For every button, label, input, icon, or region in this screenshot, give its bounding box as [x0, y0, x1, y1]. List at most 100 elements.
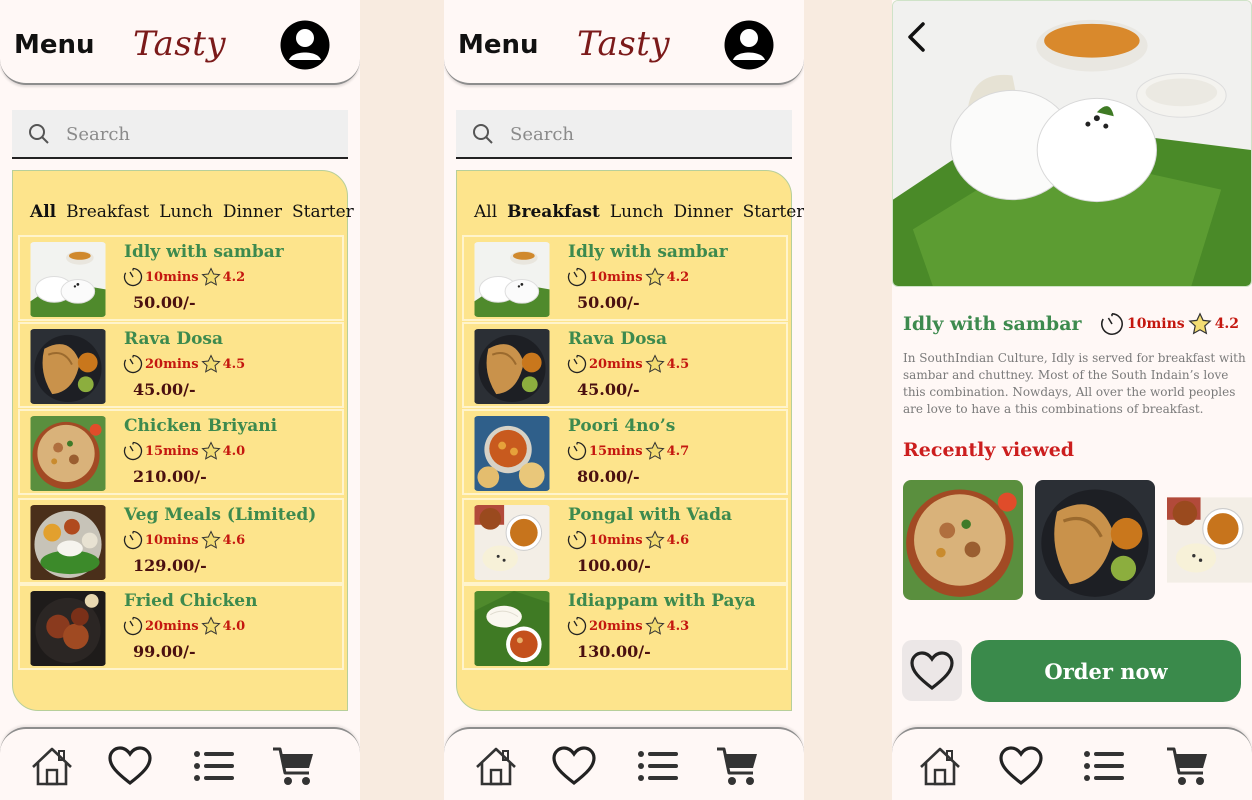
food-detail-screen: Idly with sambar 10mins 4.2 In SouthIndi…: [892, 0, 1252, 800]
cart-icon[interactable]: [715, 745, 761, 787]
clock-icon: [1100, 312, 1124, 336]
food-name: Veg Meals (Limited): [124, 505, 317, 525]
menu-button[interactable]: Menu: [14, 30, 95, 60]
home-icon[interactable]: [473, 745, 519, 787]
prep-time: 15mins: [589, 443, 643, 459]
tab-breakfast[interactable]: Breakfast: [66, 202, 149, 222]
food-item[interactable]: Idiappam with Paya 20mins 4.3 130.00/-: [462, 584, 788, 670]
food-meta: 10mins 4.2: [567, 267, 689, 287]
food-meta: 10mins 4.6: [123, 530, 245, 550]
food-item[interactable]: Idly with sambar 10mins 4.2 50.00/-: [462, 235, 788, 321]
category-tabs: All Breakfast Lunch Dinner Starter: [30, 202, 354, 222]
tab-breakfast[interactable]: Breakfast: [507, 202, 600, 222]
star-icon: [201, 616, 221, 636]
star-icon: [645, 441, 665, 461]
food-meta: 20mins 4.3: [567, 616, 689, 636]
star-icon: [201, 267, 221, 287]
food-item[interactable]: Veg Meals (Limited) 10mins 4.6 129.00/-: [18, 498, 344, 584]
home-icon[interactable]: [29, 745, 75, 787]
search-bar[interactable]: [456, 110, 792, 159]
food-price: 50.00/-: [133, 293, 196, 312]
food-name: Pongal with Vada: [568, 505, 733, 525]
search-input[interactable]: [66, 120, 336, 148]
cart-icon[interactable]: [271, 745, 317, 787]
heart-icon[interactable]: [998, 745, 1044, 787]
menu-screen-all: Menu Tasty All Breakfast Lunch Dinner St…: [0, 0, 360, 800]
heart-icon[interactable]: [551, 745, 597, 787]
star-icon: [645, 616, 665, 636]
home-icon[interactable]: [917, 745, 963, 787]
back-arrow-icon[interactable]: [904, 20, 930, 54]
avatar-icon[interactable]: [279, 19, 331, 71]
bottom-nav: [0, 727, 360, 800]
food-list-panel: All Breakfast Lunch Dinner Starter Idly …: [12, 170, 354, 711]
food-thumbnail: [474, 329, 550, 404]
food-price: 130.00/-: [577, 642, 651, 661]
food-price: 45.00/-: [133, 380, 196, 399]
food-thumbnail: [474, 242, 550, 317]
prep-time: 15mins: [145, 443, 199, 459]
rating: 4.5: [222, 356, 246, 372]
tab-lunch[interactable]: Lunch: [159, 202, 213, 222]
cart-icon[interactable]: [1165, 745, 1211, 787]
food-thumbnail: [30, 242, 106, 317]
rating: 4.3: [666, 618, 690, 634]
tab-starter[interactable]: Starter: [743, 202, 804, 222]
food-thumbnail: [474, 416, 550, 491]
food-item[interactable]: Chicken Briyani 15mins 4.0 210.00/-: [18, 409, 344, 495]
list-icon[interactable]: [635, 745, 681, 787]
prep-time: 20mins: [145, 618, 199, 634]
clock-icon: [567, 354, 587, 374]
prep-time: 10mins: [145, 269, 199, 285]
rating: 4.2: [1214, 316, 1240, 332]
clock-icon: [123, 530, 143, 550]
heart-icon[interactable]: [107, 745, 153, 787]
food-item[interactable]: Fried Chicken 20mins 4.0 99.00/-: [18, 584, 344, 670]
tab-all[interactable]: All: [30, 202, 56, 222]
food-name: Idly with sambar: [568, 242, 728, 262]
food-name: Rava Dosa: [124, 329, 224, 349]
food-item[interactable]: Idly with sambar 10mins 4.2 50.00/-: [18, 235, 344, 321]
list-icon[interactable]: [191, 745, 237, 787]
food-description: In SouthIndian Culture, Idly is served f…: [903, 351, 1246, 416]
food-name: Idly with sambar: [124, 242, 284, 262]
food-meta: 10mins 4.2: [1100, 312, 1239, 336]
list-icon[interactable]: [1081, 745, 1127, 787]
search-icon: [472, 123, 494, 145]
tab-starter[interactable]: Starter: [292, 202, 354, 222]
menu-button[interactable]: Menu: [458, 30, 539, 60]
food-price: 129.00/-: [133, 556, 207, 575]
tab-all[interactable]: All: [474, 202, 497, 222]
recent-item-thumbnail[interactable]: [1167, 480, 1252, 600]
food-meta: 20mins 4.0: [123, 616, 245, 636]
food-item[interactable]: Pongal with Vada 10mins 4.6 100.00/-: [462, 498, 788, 584]
food-item[interactable]: Poori 4no’s 15mins 4.7 80.00/-: [462, 409, 788, 495]
food-meta: 20mins 4.5: [123, 354, 245, 374]
search-input[interactable]: [510, 120, 780, 148]
food-item[interactable]: Rava Dosa 20mins 4.5 45.00/-: [462, 322, 788, 408]
star-icon: [1188, 312, 1212, 336]
recent-item-thumbnail[interactable]: [1035, 480, 1155, 600]
rating: 4.0: [222, 443, 246, 459]
bottom-nav: [892, 727, 1252, 800]
food-item[interactable]: Rava Dosa 20mins 4.5 45.00/-: [18, 322, 344, 408]
food-thumbnail: [474, 591, 550, 666]
bottom-nav: [444, 727, 804, 800]
clock-icon: [123, 354, 143, 374]
recent-item-thumbnail[interactable]: [903, 480, 1023, 600]
avatar-icon[interactable]: [723, 19, 775, 71]
tab-dinner[interactable]: Dinner: [674, 202, 733, 222]
food-price: 210.00/-: [133, 467, 207, 486]
search-bar[interactable]: [12, 110, 348, 159]
order-now-button[interactable]: Order now: [971, 640, 1241, 702]
star-icon: [645, 530, 665, 550]
rating: 4.6: [222, 532, 246, 548]
tab-dinner[interactable]: Dinner: [223, 202, 282, 222]
star-icon: [201, 354, 221, 374]
favorite-button[interactable]: [902, 640, 962, 701]
star-icon: [201, 441, 221, 461]
tab-lunch[interactable]: Lunch: [610, 202, 664, 222]
prep-time: 20mins: [145, 356, 199, 372]
clock-icon: [123, 441, 143, 461]
food-thumbnail: [30, 591, 106, 666]
